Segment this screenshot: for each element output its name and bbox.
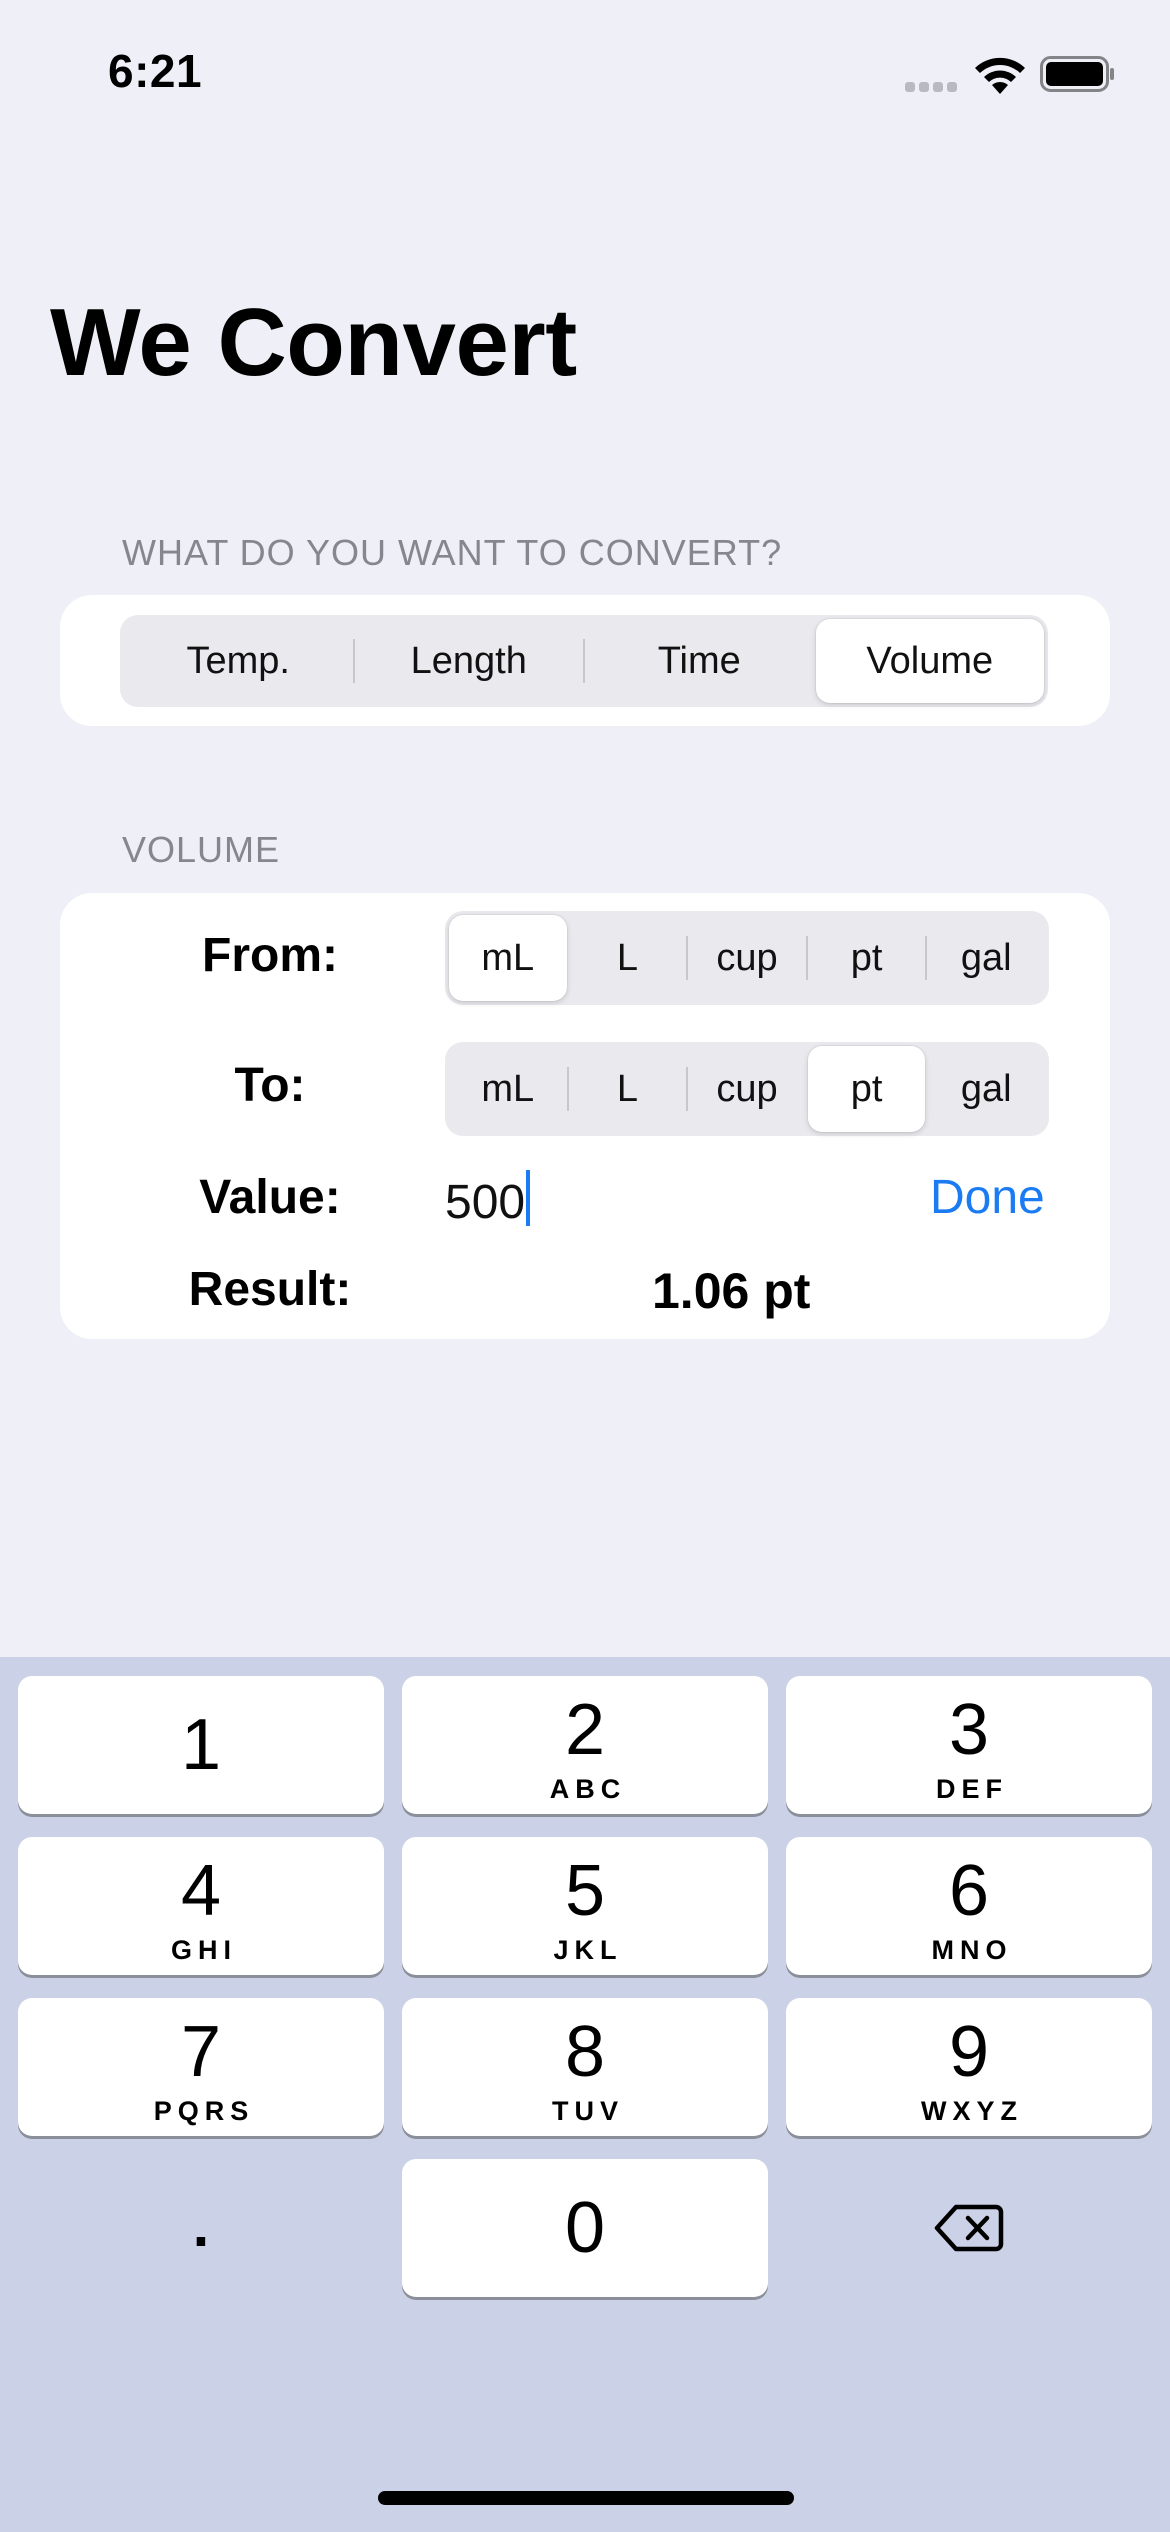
segment-length[interactable]: Length xyxy=(355,619,584,703)
status-time: 6:21 xyxy=(108,45,203,97)
segment-time[interactable]: Time xyxy=(585,619,814,703)
key-7[interactable]: 7 PQRS xyxy=(18,1998,384,2136)
key-digit: 4 xyxy=(180,1850,222,1931)
from-segment-pt[interactable]: pt xyxy=(808,915,926,1001)
key-digit: 0 xyxy=(564,2188,606,2268)
key-letters: WXYZ xyxy=(921,2095,1023,2126)
key-digit: 9 xyxy=(948,2011,990,2092)
key-delete[interactable] xyxy=(786,2159,1152,2297)
to-segment-pt[interactable]: pt xyxy=(807,1046,926,1132)
key-3[interactable]: 3 DEF xyxy=(786,1676,1152,1814)
segment-temp[interactable]: Temp. xyxy=(124,619,353,703)
key-2[interactable]: 2 ABC xyxy=(402,1676,768,1814)
key-9[interactable]: 9 WXYZ xyxy=(786,1998,1152,2136)
key-digit: 2 xyxy=(564,1689,606,1770)
key-6[interactable]: 6 MNO xyxy=(786,1837,1152,1975)
battery-icon xyxy=(1040,56,1114,92)
key-letters: ABC xyxy=(549,1773,627,1804)
key-letters: MNO xyxy=(931,1934,1013,1965)
value-label: Value: xyxy=(199,1171,341,1224)
key-letters: PQRS xyxy=(153,2095,255,2126)
page-title: We Convert xyxy=(50,289,577,396)
key-letters: GHI xyxy=(170,1934,237,1965)
key-1[interactable]: 1 xyxy=(18,1676,384,1814)
numeric-keypad: 1 2 ABC 3 DEF 4 GHI 5 JKL 6 MNO 7 PQRS 8… xyxy=(0,1657,1170,2532)
key-letters: JKL xyxy=(553,1934,623,1965)
key-0[interactable]: 0 xyxy=(402,2159,768,2297)
volume-section-header: VOLUME xyxy=(122,829,281,870)
key-digit: 5 xyxy=(564,1850,606,1931)
conversion-type-header: WHAT DO YOU WANT TO CONVERT? xyxy=(122,532,783,573)
key-8[interactable]: 8 TUV xyxy=(402,1998,768,2136)
value-input[interactable]: 500 xyxy=(445,1170,531,1230)
to-segment-gal[interactable]: gal xyxy=(927,1046,1045,1132)
key-digit: 8 xyxy=(564,2011,606,2092)
conversion-type-card: Temp. Length Time Volume xyxy=(60,595,1110,726)
done-button[interactable]: Done xyxy=(930,1170,1045,1225)
key-letters: DEF xyxy=(936,1773,1008,1804)
conversion-type-segmented-control[interactable]: Temp. Length Time Volume xyxy=(120,615,1048,707)
to-segment-l[interactable]: L xyxy=(569,1046,687,1132)
key-4[interactable]: 4 GHI xyxy=(18,1837,384,1975)
from-segment-cup[interactable]: cup xyxy=(688,915,806,1001)
to-segment-ml[interactable]: mL xyxy=(449,1046,567,1132)
from-segment-gal[interactable]: gal xyxy=(927,915,1045,1001)
key-decimal[interactable]: . xyxy=(18,2159,384,2297)
result-label: Result: xyxy=(188,1263,352,1316)
key-digit: 7 xyxy=(180,2011,222,2092)
key-digit: 3 xyxy=(948,1689,990,1770)
to-unit-segmented-control[interactable]: mL L cup pt gal xyxy=(445,1042,1049,1136)
decimal-point: . xyxy=(192,2191,210,2259)
key-digit: 6 xyxy=(948,1850,990,1931)
from-label: From: xyxy=(202,929,338,982)
from-segment-l[interactable]: L xyxy=(569,915,687,1001)
to-label: To: xyxy=(234,1059,306,1112)
to-segment-cup[interactable]: cup xyxy=(688,1046,806,1132)
wifi-icon xyxy=(975,57,1025,94)
from-unit-segmented-control[interactable]: mL L cup pt gal xyxy=(445,911,1049,1005)
text-caret xyxy=(526,1170,531,1226)
result-value: 1.06 pt xyxy=(652,1263,811,1319)
cellular-signal-icon xyxy=(905,82,959,94)
delete-left-icon xyxy=(934,2204,1004,2252)
value-input-text: 500 xyxy=(445,1176,526,1229)
key-digit: 1 xyxy=(180,1705,222,1785)
from-segment-ml[interactable]: mL xyxy=(449,915,567,1001)
status-bar: 6:21 xyxy=(0,0,1170,150)
key-letters: TUV xyxy=(552,2095,624,2126)
home-indicator xyxy=(378,2491,794,2505)
key-5[interactable]: 5 JKL xyxy=(402,1837,768,1975)
segment-volume[interactable]: Volume xyxy=(815,619,1044,703)
